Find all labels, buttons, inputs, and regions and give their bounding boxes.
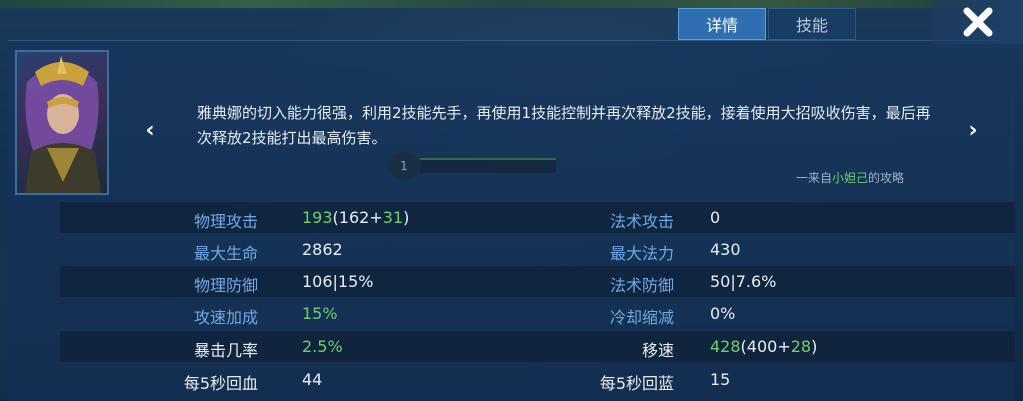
- skill-slot-bar: [420, 158, 556, 173]
- tab-detail[interactable]: 详情: [678, 8, 766, 40]
- stat-value: 2.5%: [302, 337, 343, 356]
- stat-value: 15%: [302, 304, 338, 323]
- hero-portrait: [15, 50, 109, 195]
- tab-skills[interactable]: 技能: [768, 8, 856, 40]
- stat-row: 最大生命 2862 最大法力 430: [60, 234, 1015, 265]
- stat-close: ): [403, 208, 410, 227]
- stat-label: 移速: [641, 341, 674, 360]
- stat-label: 法术攻击: [609, 212, 674, 231]
- stat-label: 冷却缩减: [609, 308, 674, 327]
- stat-value: 15: [710, 370, 731, 389]
- stat-value: 193(162+31): [302, 208, 409, 227]
- close-x-icon: [963, 7, 992, 37]
- stat-value: 428(400+28): [710, 337, 817, 356]
- stat-base: (162+: [332, 208, 383, 227]
- stat-label: 暴击几率: [193, 341, 258, 360]
- stat-total: 193: [302, 208, 333, 227]
- stat-label: 每5秒回蓝: [599, 374, 674, 393]
- stat-label: 物理攻击: [193, 212, 258, 231]
- stat-bonus: 28: [790, 337, 812, 356]
- stat-value: 106|15%: [302, 272, 374, 291]
- stat-bonus: 31: [382, 208, 404, 227]
- guide-credit: 一来自小妲己的攻略: [796, 169, 904, 186]
- background-strip: [0, 0, 1023, 8]
- skill-slot-marker: 1: [388, 152, 420, 180]
- credit-prefix: 一来自: [796, 171, 833, 185]
- close-button[interactable]: [932, 0, 1023, 44]
- stat-row: 暴击几率 2.5% 移速 428(400+28): [60, 331, 1015, 362]
- chevron-left-icon[interactable]: ‹: [140, 118, 160, 143]
- credit-author[interactable]: 小妲己: [832, 171, 868, 185]
- stat-value: 44: [302, 370, 323, 389]
- chevron-right-icon[interactable]: ›: [963, 118, 983, 143]
- stat-value: 50|7.6%: [710, 272, 777, 291]
- stat-label: 最大生命: [193, 244, 258, 263]
- stat-label: 攻速加成: [193, 308, 258, 327]
- stat-label: 每5秒回血: [183, 374, 258, 393]
- stat-label: 法术防御: [609, 276, 674, 295]
- stat-value: 0: [710, 208, 721, 227]
- stat-value: 430: [710, 240, 741, 259]
- stat-row: 每5秒回血 44 每5秒回蓝 15: [60, 364, 1015, 395]
- stat-base: (400+: [740, 337, 791, 356]
- stat-value: 2862: [302, 240, 343, 259]
- stat-label: 最大法力: [609, 244, 674, 263]
- stat-row: 物理防御 106|15% 法术防御 50|7.6%: [60, 266, 1015, 297]
- stat-row: 物理攻击 193(162+31) 法术攻击 0: [60, 202, 1015, 233]
- stat-row: 攻速加成 15% 冷却缩减 0%: [60, 298, 1015, 329]
- stat-label: 物理防御: [193, 276, 258, 295]
- stat-total: 428: [710, 337, 741, 356]
- credit-suffix: 的攻略: [868, 171, 905, 185]
- stat-close: ): [811, 337, 818, 356]
- hero-strategy-text: 雅典娜的切入能力很强，利用2技能先手，再使用1技能控制并再次释放2技能，接着使用…: [197, 104, 931, 147]
- stat-value: 0%: [710, 304, 736, 323]
